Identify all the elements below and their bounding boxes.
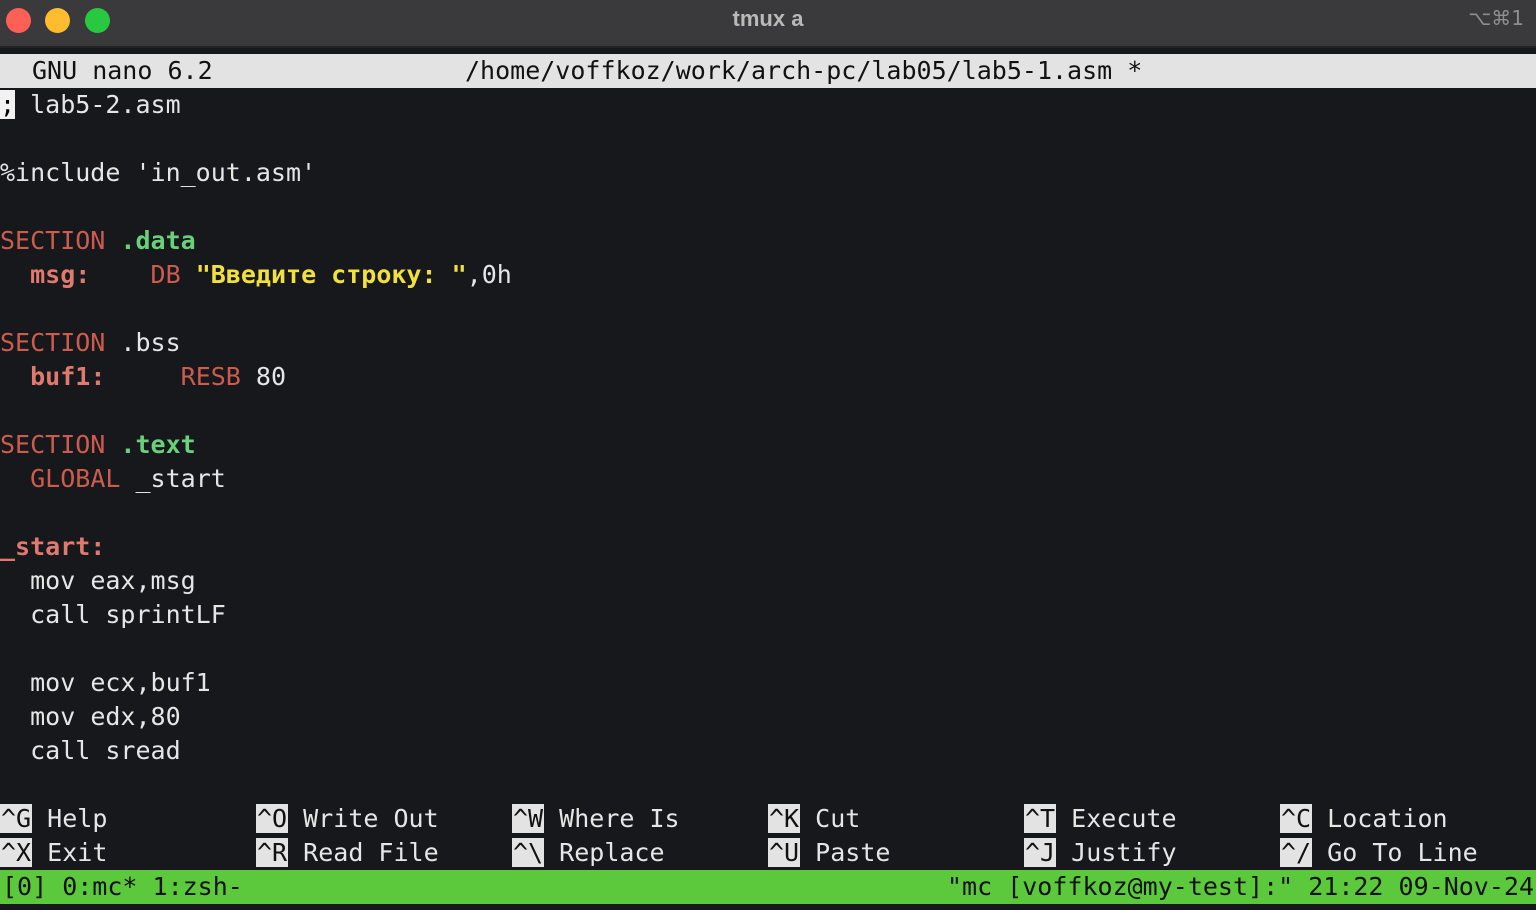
keyword: RESB: [180, 362, 241, 391]
code-line-9[interactable]: buf1: RESB 80: [0, 360, 286, 394]
shortcut-key: ^U: [768, 838, 801, 867]
code-line-6[interactable]: msg: DB "Введите строку: ",0h: [0, 258, 512, 292]
shortcut-paste[interactable]: ^U Paste: [768, 836, 890, 870]
code-text: _start: [135, 464, 226, 493]
code-line-20[interactable]: call sread: [0, 734, 181, 768]
shortcut-key: ^C: [1280, 804, 1313, 833]
keyword: SECTION: [0, 430, 106, 459]
shortcut-replace[interactable]: ^\ Replace: [512, 836, 665, 870]
shortcut-label: Where Is: [559, 804, 680, 833]
shortcut-exit[interactable]: ^X Exit: [0, 836, 107, 870]
shortcut-label: Read File: [303, 838, 439, 867]
nano-version: GNU nano 6.2: [32, 56, 213, 85]
shortcut-key: ^/: [1280, 838, 1313, 867]
keyword: GLOBAL: [30, 464, 121, 493]
section-name: .text: [120, 430, 196, 459]
code-line-16[interactable]: call sprintLF: [0, 598, 226, 632]
keyword: SECTION: [0, 226, 106, 255]
editor-area[interactable]: ; lab5-2.asm %include 'in_out.asm' SECTI…: [0, 88, 1536, 802]
code-text: 80: [255, 362, 287, 391]
string-literal: "Введите строку: ": [195, 260, 467, 289]
code-text: lab5-2.asm: [15, 90, 181, 119]
shortcut-key: ^K: [768, 804, 801, 833]
text-cursor: ;: [0, 90, 16, 119]
shortcut-execute[interactable]: ^T Execute: [1024, 802, 1177, 836]
shortcut-justify[interactable]: ^J Justify: [1024, 836, 1177, 870]
code-line-14[interactable]: _start:: [0, 530, 105, 564]
label: msg:: [30, 260, 91, 289]
shortcut-key: ^O: [256, 804, 289, 833]
keyword: SECTION: [0, 328, 106, 357]
shortcut-label: Location: [1327, 804, 1448, 833]
code-line-3[interactable]: %include 'in_out.asm': [0, 156, 316, 190]
shortcut-label: Write Out: [303, 804, 439, 833]
keyword: DB: [150, 260, 181, 289]
code-line-15[interactable]: mov eax,msg: [0, 564, 196, 598]
shortcut-key: ^J: [1024, 838, 1057, 867]
shortcut-cut[interactable]: ^K Cut: [768, 802, 860, 836]
window-shortcut: ⌥⌘1: [1468, 6, 1524, 30]
shortcut-label: Execute: [1071, 804, 1177, 833]
shortcut-label: Justify: [1071, 838, 1177, 867]
terminal-window: tmux a ⌥⌘1 GNU nano 6.2 /home/voffkoz/wo…: [0, 0, 1536, 910]
code-line-8[interactable]: SECTION .bss: [0, 326, 181, 360]
code-line-5[interactable]: SECTION .data: [0, 224, 196, 258]
shortcut-help[interactable]: ^G Help: [0, 802, 107, 836]
shortcut-read-file[interactable]: ^R Read File: [256, 836, 439, 870]
shortcut-location[interactable]: ^C Location: [1280, 802, 1448, 836]
shortcut-label: Cut: [815, 804, 861, 833]
label: _start:: [0, 532, 106, 561]
shortcut-label: Go To Line: [1327, 838, 1478, 867]
shortcut-key: ^X: [0, 838, 33, 867]
nano-header-bar: GNU nano 6.2 /home/voffkoz/work/arch-pc/…: [0, 54, 1536, 88]
tmux-status-info: "mc [voffkoz@my-test]:" 21:22 09-Nov-24: [947, 872, 1534, 901]
code-text: mov edx,80: [30, 702, 181, 731]
code-text: ,0h: [466, 260, 512, 289]
code-text: %include 'in_out.asm': [0, 158, 317, 187]
shortcut-key: ^T: [1024, 804, 1057, 833]
tmux-status-bar: [0] 0:mc* 1:zsh- "mc [voffkoz@my-test]:"…: [0, 870, 1536, 904]
shortcut-key: ^G: [0, 804, 33, 833]
code-line-18[interactable]: mov ecx,buf1: [0, 666, 211, 700]
shortcut-go-to-line[interactable]: ^/ Go To Line: [1280, 836, 1478, 870]
label: buf1:: [30, 362, 106, 391]
code-line-11[interactable]: SECTION .text: [0, 428, 196, 462]
code-line-19[interactable]: mov edx,80: [0, 700, 181, 734]
nano-shortcut-bar: ^G Help ^O Write Out ^W Where Is ^K Cut …: [0, 802, 1536, 870]
shortcut-label: Help: [47, 804, 108, 833]
window-bottom-edge: [0, 904, 1536, 910]
shortcut-where-is[interactable]: ^W Where Is: [512, 802, 680, 836]
code-text: mov eax,msg: [30, 566, 196, 595]
code-text: mov ecx,buf1: [30, 668, 211, 697]
code-text: call sread: [30, 736, 181, 765]
code-line-1[interactable]: ; lab5-2.asm: [0, 88, 181, 122]
shortcut-label: Replace: [559, 838, 665, 867]
shortcut-key: ^W: [512, 804, 545, 833]
title-bar: tmux a ⌥⌘1: [0, 0, 1536, 48]
code-text: .bss: [120, 328, 181, 357]
shortcut-label: Exit: [47, 838, 108, 867]
section-name: .data: [120, 226, 196, 255]
code-text: call sprintLF: [30, 600, 226, 629]
shortcut-key: ^R: [256, 838, 289, 867]
shortcut-write-out[interactable]: ^O Write Out: [256, 802, 439, 836]
shortcut-label: Paste: [815, 838, 891, 867]
nano-file-path: /home/voffkoz/work/arch-pc/lab05/lab5-1.…: [465, 56, 1143, 85]
shortcut-key: ^\: [512, 838, 545, 867]
window-title: tmux a: [732, 6, 804, 31]
code-line-12[interactable]: GLOBAL _start: [0, 462, 226, 496]
tmux-window-list[interactable]: [0] 0:mc* 1:zsh-: [2, 870, 243, 904]
